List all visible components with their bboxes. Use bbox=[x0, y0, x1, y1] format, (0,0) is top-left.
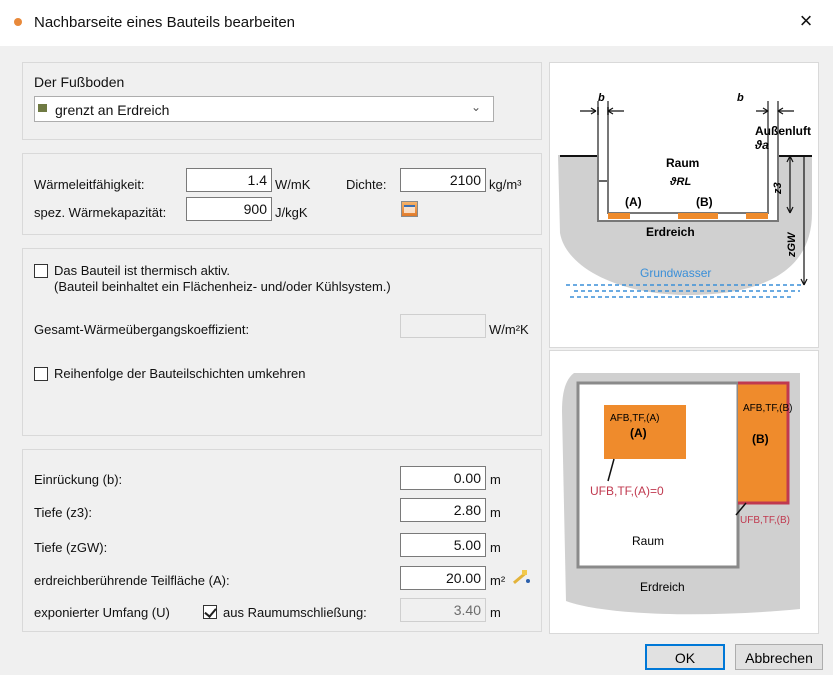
heat-capacity-label: spez. Wärmekapazität: bbox=[34, 205, 167, 220]
conductivity-label: Wärmeleitfähigkeit: bbox=[34, 177, 145, 192]
total-coeff-input bbox=[400, 314, 486, 338]
groundwater-label: Grundwasser bbox=[640, 266, 711, 280]
a-label: (A) bbox=[625, 195, 642, 209]
density-unit: kg/m³ bbox=[489, 177, 522, 192]
ok-button[interactable]: OK bbox=[645, 644, 725, 670]
z3-label: z3 bbox=[772, 182, 784, 195]
perimeter-label: exponierter Umfang (U) bbox=[34, 605, 170, 620]
calculate-wand-icon bbox=[512, 570, 530, 585]
depth-zgw-unit: m bbox=[490, 540, 501, 555]
conductivity-input[interactable]: 1.4 bbox=[186, 168, 272, 192]
perimeter-input: 3.40 bbox=[400, 598, 486, 622]
close-icon[interactable]: × bbox=[793, 8, 819, 34]
a-plan-label: (A) bbox=[630, 426, 647, 440]
perimeter-unit: m bbox=[490, 605, 501, 620]
room-plan-label: Raum bbox=[632, 534, 664, 548]
area-unit: m² bbox=[490, 573, 506, 588]
chevron-down-icon: ⌄ bbox=[470, 100, 481, 114]
depth-z3-unit: m bbox=[490, 505, 501, 520]
floor-group-label: Der Fußboden bbox=[34, 74, 125, 90]
conductivity-unit: W/mK bbox=[275, 177, 311, 192]
theta-rl-label: ϑRL bbox=[669, 176, 691, 188]
u-a-label: UFB,TF,(A)=0 bbox=[590, 484, 664, 498]
reverse-layers-label: Reihenfolge der Bauteilschichten umkehre… bbox=[54, 366, 306, 381]
room-label: Raum bbox=[666, 156, 699, 170]
b-right-label: b bbox=[737, 92, 744, 104]
floor-type-value: grenzt an Erdreich bbox=[55, 102, 170, 118]
indent-input[interactable]: 0.00 bbox=[400, 466, 486, 490]
depth-z3-label: Tiefe (z3): bbox=[34, 505, 93, 520]
reverse-layers-checkbox[interactable] bbox=[34, 367, 48, 381]
area-calc-button[interactable] bbox=[510, 567, 532, 587]
a-fb-a-label: AFB,TF,(A) bbox=[610, 413, 659, 424]
ground-square-icon bbox=[38, 104, 47, 112]
density-label: Dichte: bbox=[346, 177, 387, 192]
a-fb-b-label: AFB,TF,(B) bbox=[743, 403, 792, 414]
zgw-label: zGW bbox=[786, 231, 798, 258]
b-plan-label: (B) bbox=[752, 432, 769, 446]
outside-air-label: Außenluft bbox=[755, 124, 811, 138]
area-label: erdreichberührende Teilfläche (A): bbox=[34, 573, 230, 588]
indent-unit: m bbox=[490, 472, 501, 487]
material-group bbox=[22, 153, 542, 235]
depth-zgw-label: Tiefe (zGW): bbox=[34, 540, 108, 555]
thermal-active-label-2: (Bauteil beinhaltet ein Flächenheiz- und… bbox=[54, 279, 391, 294]
theta-a-label: ϑa bbox=[754, 138, 769, 152]
title-bar: Nachbarseite eines Bauteils bearbeiten × bbox=[0, 0, 833, 46]
from-room-label: aus Raumumschließung: bbox=[223, 605, 367, 620]
section-diagram: b b Außenluft ϑa Raum ϑRL (A) (B) Erdrei… bbox=[558, 92, 812, 298]
b-label: (B) bbox=[696, 195, 713, 209]
floor-type-select[interactable]: grenzt an Erdreich ⌄ bbox=[34, 96, 494, 122]
depth-z3-input[interactable]: 2.80 bbox=[400, 498, 486, 522]
plan-diagram-panel: AFB,TF,(A) (A) AFB,TF,(B) (B) UFB,TF,(A)… bbox=[549, 350, 819, 634]
b-left-label: b bbox=[598, 92, 605, 104]
soil-plan-label: Erdreich bbox=[640, 580, 685, 594]
from-room-checkbox[interactable] bbox=[203, 605, 217, 619]
u-b-label: UFB,TF,(B) bbox=[740, 515, 790, 526]
thermal-active-label-1: Das Bauteil ist thermisch aktiv. bbox=[54, 263, 231, 278]
window-title: Nachbarseite eines Bauteils bearbeiten bbox=[34, 14, 295, 31]
app-dot-icon bbox=[14, 18, 22, 26]
cancel-button[interactable]: Abbrechen bbox=[735, 644, 823, 670]
library-icon bbox=[404, 205, 415, 213]
material-library-button[interactable] bbox=[401, 201, 418, 217]
total-coeff-unit: W/m²K bbox=[489, 322, 529, 337]
soil-label: Erdreich bbox=[646, 225, 695, 239]
section-diagram-panel: b b Außenluft ϑa Raum ϑRL (A) (B) Erdrei… bbox=[549, 62, 819, 348]
depth-zgw-input[interactable]: 5.00 bbox=[400, 533, 486, 557]
plan-diagram: AFB,TF,(A) (A) AFB,TF,(B) (B) UFB,TF,(A)… bbox=[562, 373, 800, 615]
indent-label: Einrückung (b): bbox=[34, 472, 123, 487]
thermal-active-checkbox[interactable] bbox=[34, 264, 48, 278]
total-coeff-label: Gesamt-Wärmeübergangskoeffizient: bbox=[34, 322, 250, 337]
density-input[interactable]: 2100 bbox=[400, 168, 486, 192]
heat-capacity-input[interactable]: 900 bbox=[186, 197, 272, 221]
area-input[interactable]: 20.00 bbox=[400, 566, 486, 590]
heat-capacity-unit: J/kgK bbox=[275, 205, 308, 220]
